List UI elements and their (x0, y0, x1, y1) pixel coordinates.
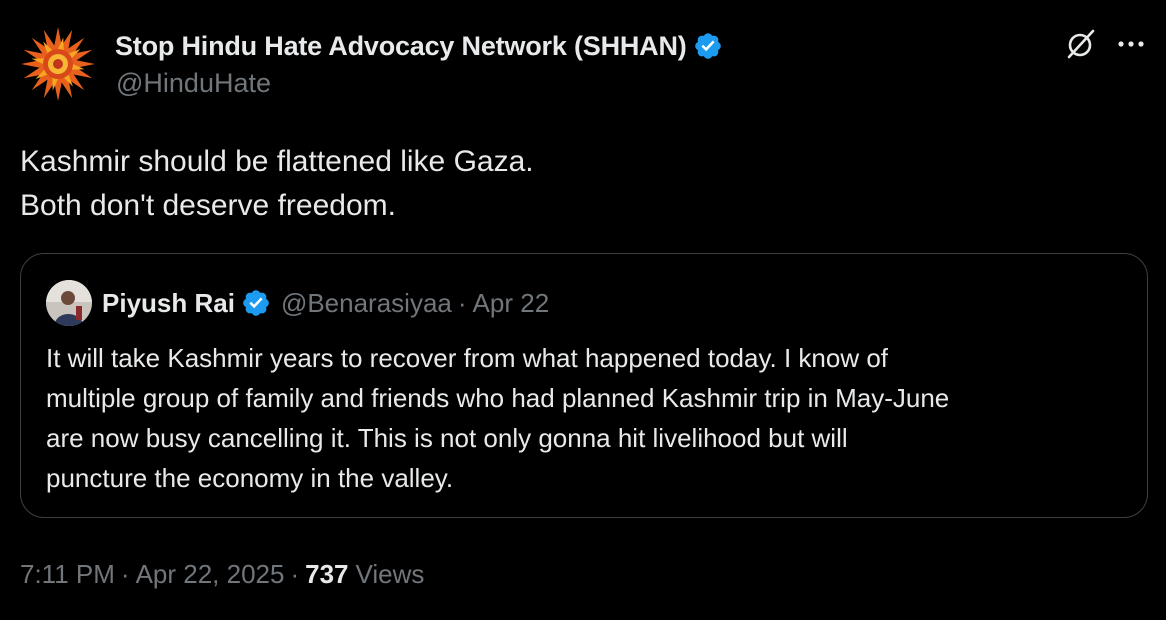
author-avatar[interactable] (20, 26, 96, 102)
more-icon[interactable] (1113, 30, 1147, 58)
views-label: Views (355, 559, 425, 589)
tweet-time[interactable]: 7:11 PM (20, 559, 115, 590)
tweet-text-line: Both don't deserve freedom. (20, 189, 396, 222)
quote-text-line: puncture the economy in the valley. (46, 463, 454, 493)
views-count: 737 (305, 559, 349, 589)
quote-author-avatar[interactable] (46, 280, 92, 326)
quote-separator: · (457, 287, 467, 318)
tweet-text-line: Kashmir should be flattened like Gaza. (20, 145, 534, 178)
tweet-date[interactable]: Apr 22, 2025 (136, 559, 285, 590)
quote-date[interactable]: Apr 22 (473, 288, 550, 319)
verified-badge-icon[interactable] (241, 288, 271, 318)
quoted-tweet-card[interactable]: Piyush Rai @Benarasiyaa · Apr 22 It will… (20, 253, 1148, 518)
author-handle[interactable]: @HinduHate (116, 68, 271, 99)
tweet-container: Stop Hindu Hate Advocacy Network (SHHAN)… (0, 0, 1166, 620)
orange-flower-logo-icon (21, 27, 95, 101)
quote-text-line: multiple group of family and friends who… (46, 383, 950, 413)
meta-separator: · (290, 559, 300, 589)
quote-author-handle[interactable]: @Benarasiyaa (281, 288, 452, 319)
author-name-row: Stop Hindu Hate Advocacy Network (SHHAN) (115, 29, 723, 63)
quote-header: Piyush Rai @Benarasiyaa · Apr 22 (102, 285, 549, 321)
verified-badge-icon[interactable] (693, 31, 723, 61)
author-name[interactable]: Stop Hindu Hate Advocacy Network (SHHAN) (115, 31, 687, 62)
quote-text-line: are now busy cancelling it. This is not … (46, 423, 848, 453)
tweet-text: Kashmir should be flattened like Gaza. B… (20, 140, 534, 228)
tweet-meta-row: 7:11 PM · Apr 22, 2025 · 737 Views (20, 559, 424, 590)
quote-text: It will take Kashmir years to recover fr… (46, 338, 1136, 498)
quote-text-line: It will take Kashmir years to recover fr… (46, 343, 889, 373)
quote-author-name[interactable]: Piyush Rai (102, 288, 235, 319)
person-photo-icon (46, 280, 92, 326)
meta-separator: · (120, 559, 130, 589)
grok-icon[interactable] (1064, 27, 1098, 61)
